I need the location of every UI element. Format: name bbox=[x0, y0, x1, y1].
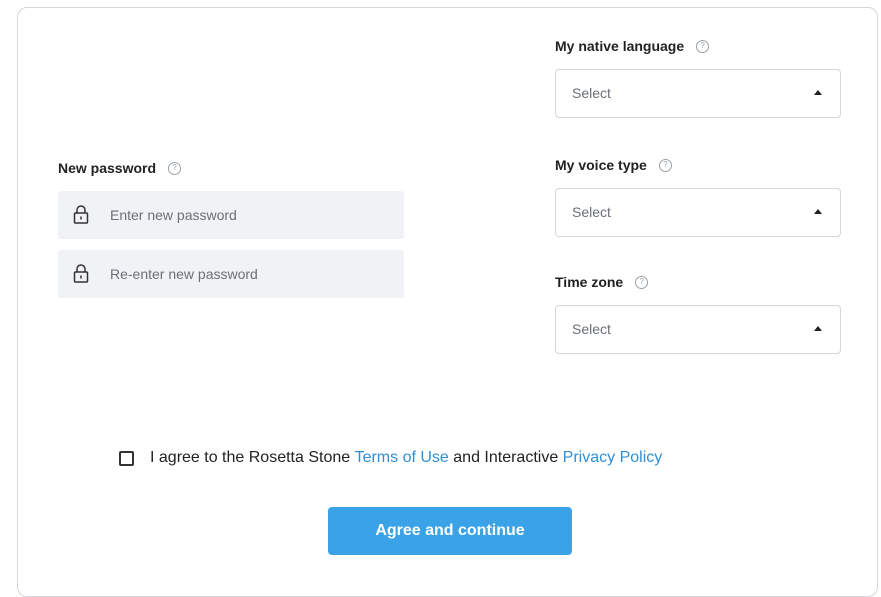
question-circle-icon[interactable]: ? bbox=[635, 275, 649, 289]
new-password-placeholder: Enter new password bbox=[110, 207, 237, 223]
voice-type-value: Select bbox=[572, 204, 611, 220]
agreement-middle: and Interactive bbox=[448, 449, 563, 466]
lock-icon bbox=[73, 204, 89, 229]
native-language-label: My native language ? bbox=[555, 38, 710, 54]
question-circle-icon[interactable]: ? bbox=[168, 161, 182, 175]
agree-and-continue-button[interactable]: Agree and continue bbox=[328, 507, 572, 555]
native-language-value: Select bbox=[572, 85, 611, 101]
agreement-row: I agree to the Rosetta Stone Terms of Us… bbox=[119, 449, 662, 467]
terms-of-use-link[interactable]: Terms of Use bbox=[355, 449, 449, 467]
native-language-select[interactable]: Select bbox=[555, 69, 841, 118]
voice-type-label-text: My voice type bbox=[555, 157, 647, 173]
native-language-label-text: My native language bbox=[555, 38, 685, 54]
new-password-label: New password ? bbox=[58, 160, 182, 176]
agreement-prefix: I agree to the Rosetta Stone bbox=[150, 449, 355, 466]
time-zone-label: Time zone ? bbox=[555, 274, 649, 290]
question-circle-icon[interactable]: ? bbox=[696, 39, 710, 53]
reenter-password-input[interactable]: Re-enter new password bbox=[58, 250, 404, 298]
question-circle-icon[interactable]: ? bbox=[658, 158, 672, 172]
time-zone-select[interactable]: Select bbox=[555, 305, 841, 354]
caret-up-icon bbox=[814, 209, 822, 214]
voice-type-label: My voice type ? bbox=[555, 157, 672, 173]
time-zone-value: Select bbox=[572, 321, 611, 337]
reenter-password-placeholder: Re-enter new password bbox=[110, 266, 258, 282]
voice-type-select[interactable]: Select bbox=[555, 188, 841, 237]
new-password-label-text: New password bbox=[58, 160, 157, 176]
new-password-input[interactable]: Enter new password bbox=[58, 191, 404, 239]
caret-up-icon bbox=[814, 90, 822, 95]
time-zone-label-text: Time zone bbox=[555, 274, 624, 290]
agree-checkbox[interactable] bbox=[119, 450, 134, 466]
privacy-policy-link[interactable]: Privacy Policy bbox=[563, 449, 663, 467]
lock-icon bbox=[73, 263, 89, 288]
caret-up-icon bbox=[814, 326, 822, 331]
